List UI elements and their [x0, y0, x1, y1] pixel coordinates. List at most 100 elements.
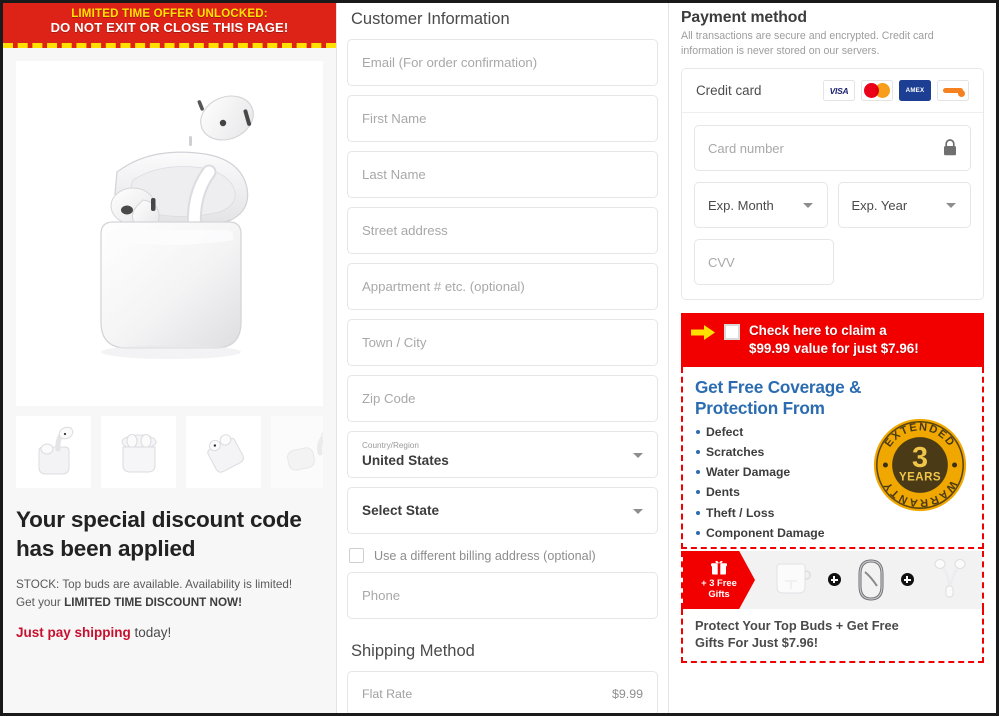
svg-text:YEARS: YEARS — [899, 472, 941, 484]
discover-ball — [958, 90, 965, 98]
country-region-value: United States — [362, 452, 449, 468]
shipping-option-price: $9.99 — [611, 686, 643, 701]
last-name-field-placeholder: Last Name — [362, 167, 426, 182]
upsell-claim-text: Check here to claim a $99.99 value for j… — [749, 322, 919, 357]
extended-warranty-badge: EXTENDED WARRANTY 3 YEARS — [872, 417, 968, 513]
apartment-field-placeholder: Appartment # etc. (optional) — [362, 279, 525, 294]
payment-method-subtitle: All transactions are secure and encrypte… — [681, 30, 934, 58]
product-thumbnail-1[interactable] — [16, 416, 91, 489]
plus-separator-icon — [900, 573, 914, 587]
promo-shipping-rest: today! — [130, 625, 172, 640]
first-name-field[interactable]: First Name — [347, 95, 658, 142]
earbuds-case-illustration — [99, 95, 254, 359]
shipping-option-flat-rate[interactable]: Flat Rate $9.99 — [347, 671, 658, 713]
plus-separator-icon — [827, 573, 841, 587]
lock-icon — [944, 139, 956, 156]
customer-information-title: Customer Information — [351, 10, 510, 28]
apartment-field[interactable]: Appartment # etc. (optional) — [347, 263, 658, 310]
promo-stock-line1: STOCK: Top buds are available. Availabil… — [16, 577, 293, 591]
street-address-field[interactable]: Street address — [347, 207, 658, 254]
phone-field[interactable]: Phone — [347, 572, 658, 619]
expiry-row: Exp. Month Exp. Year — [694, 182, 971, 229]
promo-stock-line2-prefix: Get your — [16, 595, 65, 609]
earbuds-case-open-thumb-icon — [121, 434, 156, 473]
chevron-down-icon — [633, 452, 643, 458]
upsell-claim-checkbox[interactable] — [724, 324, 740, 341]
promo-stock-line2: Get your LIMITED TIME DISCOUNT NOW! — [16, 594, 323, 612]
country-region-select[interactable]: Country/Region United States — [347, 431, 658, 478]
last-name-field[interactable]: Last Name — [347, 151, 658, 198]
phone-field-placeholder: Phone — [362, 588, 401, 603]
product-thumbnail-4[interactable] — [271, 416, 323, 489]
earbuds-case-tilted-thumb-icon — [206, 434, 244, 473]
free-gift-items — [755, 550, 982, 609]
credit-card-label: Credit card — [696, 83, 762, 99]
upsell-coverage-box: Get Free Coverage & Protection From Defe… — [681, 367, 984, 549]
card-number-field[interactable]: Card number — [694, 125, 971, 172]
promo-shipping-strong: Just pay shipping — [16, 625, 131, 640]
coverage-item: Component Damage — [695, 527, 970, 547]
product-hero-image[interactable] — [16, 61, 323, 407]
arrow-right-icon — [691, 325, 715, 341]
billing-address-checkbox[interactable] — [349, 548, 364, 563]
upsell-claim-banner[interactable]: Check here to claim a $99.99 value for j… — [681, 313, 984, 368]
town-city-field-placeholder: Town / City — [362, 335, 427, 350]
product-thumbnail-strip — [16, 416, 323, 489]
product-offer-column: LIMITED TIME OFFER UNLOCKED: DO NOT EXIT… — [3, 3, 336, 713]
exp-month-select[interactable]: Exp. Month — [694, 182, 828, 229]
checkout-page: LIMITED TIME OFFER UNLOCKED: DO NOT EXIT… — [0, 0, 999, 716]
upsell-footer-line1: Protect Your Top Buds + Get Free — [695, 617, 899, 633]
free-gifts-tag-line1: + 3 Free — [701, 576, 737, 588]
exp-year-select[interactable]: Exp. Year — [837, 182, 971, 229]
earbuds-thumb-icon — [38, 426, 73, 475]
first-name-field-placeholder: First Name — [362, 111, 427, 126]
gift-item-case-icon — [776, 563, 811, 594]
promo-stock-line2-strong: LIMITED TIME DISCOUNT NOW! — [64, 595, 242, 609]
free-gifts-tag: + 3 Free Gifts — [683, 550, 755, 609]
state-select-value: Select State — [362, 503, 440, 518]
promo-headline: Your special discount code has been appl… — [16, 507, 302, 561]
amex-icon: AMEX — [899, 80, 931, 102]
product-thumbnail-3[interactable] — [186, 416, 261, 489]
payment-method-title: Payment method — [681, 9, 807, 26]
street-address-field-placeholder: Street address — [362, 223, 448, 238]
gift-item-carabiner-icon — [858, 559, 883, 601]
exp-month-placeholder: Exp. Month — [708, 197, 774, 213]
billing-address-checkbox-row[interactable]: Use a different billing address (optiona… — [347, 543, 658, 572]
product-panel: Your special discount code has been appl… — [3, 48, 336, 713]
upsell-footer-text: Protect Your Top Buds + Get Free Gifts F… — [681, 608, 984, 664]
gift-icon — [711, 560, 727, 575]
credit-card-header[interactable]: Credit card VISA AMEX — [682, 69, 983, 114]
earbuds-angled-thumb-icon — [286, 429, 323, 471]
credit-card-panel: Credit card VISA AMEX Card number Exp. M… — [681, 68, 984, 301]
state-select[interactable]: Select State — [347, 487, 658, 534]
chevron-down-icon — [946, 203, 956, 209]
billing-address-checkbox-label: Use a different billing address (optiona… — [374, 548, 596, 563]
mastercard-icon — [861, 80, 893, 102]
discover-icon — [937, 80, 969, 102]
mastercard-circles — [864, 83, 890, 99]
country-region-label: Country/Region — [362, 441, 419, 451]
cvv-placeholder: CVV — [708, 254, 735, 270]
promo-shipping-text: Just pay shipping today! — [16, 625, 323, 640]
upsell-gifts-section: + 3 Free Gifts — [681, 550, 984, 609]
upsell-claim-line2: $99.99 value for just $7.96! — [749, 340, 919, 356]
zip-code-field[interactable]: Zip Code — [347, 375, 658, 422]
credit-card-fields: Card number Exp. Month Exp. Year CVV — [682, 113, 983, 300]
product-thumbnail-2[interactable] — [101, 416, 176, 489]
cvv-field[interactable]: CVV — [694, 239, 834, 286]
town-city-field[interactable]: Town / City — [347, 319, 658, 366]
urgency-banner: LIMITED TIME OFFER UNLOCKED: DO NOT EXIT… — [3, 3, 336, 49]
payment-method-column: Payment method All transactions are secu… — [669, 3, 996, 713]
chevron-down-icon — [633, 508, 643, 514]
email-field[interactable]: Email (For order confirmation) — [347, 39, 658, 86]
urgency-banner-line2: DO NOT EXIT OR CLOSE THIS PAGE! — [50, 20, 289, 36]
svg-text:3: 3 — [912, 442, 928, 474]
card-number-placeholder: Card number — [708, 140, 784, 156]
shipping-option-name: Flat Rate — [362, 686, 413, 701]
warranty-seal-icon: EXTENDED WARRANTY 3 YEARS — [873, 419, 967, 512]
customer-information-column: Customer Information Email (For order co… — [336, 3, 669, 713]
upsell-coverage-heading: Get Free Coverage & Protection From — [695, 377, 862, 419]
shipping-method-title: Shipping Method — [351, 642, 475, 660]
upsell-claim-line1: Check here to claim a — [749, 323, 887, 339]
